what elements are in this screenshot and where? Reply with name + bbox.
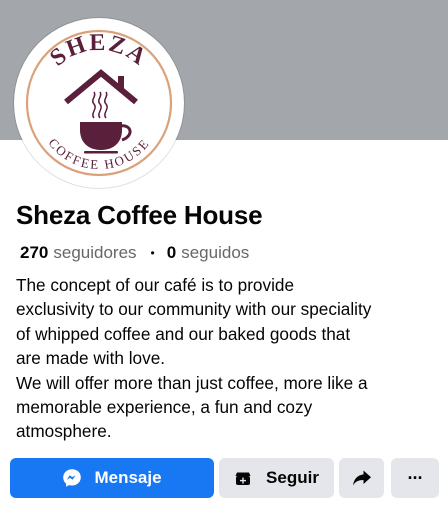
profile-bio: The concept of our café is to provide ex… bbox=[16, 273, 436, 444]
svg-text:SHEZA: SHEZA bbox=[45, 30, 152, 72]
more-dots-icon: ··· bbox=[407, 467, 424, 488]
followers-count[interactable]: 270 bbox=[20, 243, 48, 263]
share-button[interactable] bbox=[339, 458, 384, 498]
bio-line: The concept of our café is to provide bbox=[16, 275, 295, 295]
coffee-cup-icon bbox=[80, 122, 132, 154]
page-title: Sheza Coffee House bbox=[16, 200, 263, 230]
bio-line: of whipped coffee and our baked goods th… bbox=[16, 323, 351, 344]
follow-icon bbox=[234, 469, 252, 487]
bio-line: memorable experience, a fun and cozy bbox=[16, 397, 313, 418]
share-arrow-icon bbox=[352, 469, 372, 487]
bio-line: We will offer more than just coffee, mor… bbox=[16, 372, 368, 393]
follow-button-label: Seguir bbox=[266, 468, 319, 487]
following-label[interactable]: seguidos bbox=[181, 243, 249, 263]
follow-button[interactable]: Seguir bbox=[219, 458, 334, 498]
bio-line: atmosphere. bbox=[16, 421, 112, 442]
profile-avatar[interactable]: SHEZA COFFEE HOUSE bbox=[14, 18, 184, 188]
message-button-label: Mensaje bbox=[94, 468, 162, 487]
message-button[interactable]: Mensaje bbox=[10, 458, 214, 498]
messenger-icon bbox=[62, 468, 82, 488]
following-count[interactable]: 0 bbox=[167, 243, 176, 263]
follower-stats: 270 seguidores • 0 seguidos bbox=[20, 243, 249, 263]
coffee-house-logo: SHEZA COFFEE HOUSE bbox=[25, 29, 173, 177]
profile-actions: Mensaje Seguir ··· bbox=[10, 458, 440, 498]
logo-top-text: SHEZA bbox=[45, 30, 150, 72]
followers-label[interactable]: seguidores bbox=[53, 243, 136, 263]
more-options-button[interactable]: ··· bbox=[391, 458, 439, 498]
bio-line: are made with love. bbox=[16, 348, 166, 369]
bio-line: exclusivity to our community with our sp… bbox=[16, 299, 372, 320]
stats-separator: • bbox=[150, 246, 155, 260]
steam-icon bbox=[91, 91, 108, 119]
house-roof-icon bbox=[64, 69, 138, 105]
